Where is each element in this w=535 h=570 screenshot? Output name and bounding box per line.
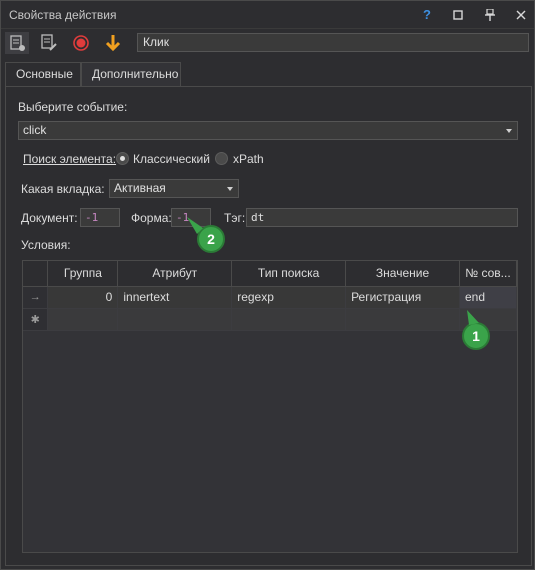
new-cell[interactable]: [345, 308, 460, 331]
callout-pointer-1: [467, 310, 479, 325]
properties-icon[interactable]: [5, 32, 29, 54]
cell-value[interactable]: Регистрация: [345, 286, 460, 309]
conditions-grid[interactable]: Группа Атрибут Тип поиска Значение № сов…: [22, 260, 518, 553]
maximize-icon[interactable]: [448, 5, 468, 25]
title-bar: Свойства действия ?: [1, 1, 534, 29]
cell-match[interactable]: end: [459, 286, 518, 309]
new-cell[interactable]: [47, 308, 119, 331]
close-icon[interactable]: [511, 5, 531, 25]
column-header-search-type[interactable]: Тип поиска: [231, 261, 347, 287]
toolbar: Клик: [1, 30, 534, 57]
new-cell[interactable]: [231, 308, 347, 331]
tab-select-value: Активная: [114, 181, 166, 195]
chevron-down-icon: [506, 129, 512, 133]
chevron-down-icon: [227, 187, 233, 191]
help-icon[interactable]: ?: [417, 5, 437, 25]
row-indicator-icon: →: [23, 286, 49, 309]
table-row[interactable]: → 0 innertext regexp Регистрация end: [23, 286, 518, 309]
event-value: click: [23, 123, 47, 137]
tag-field[interactable]: dt: [246, 208, 518, 227]
event-select[interactable]: click: [18, 121, 518, 140]
download-arrow-icon[interactable]: [101, 32, 125, 54]
search-label: Поиск элемента:: [23, 152, 117, 166]
radio-xpath[interactable]: [215, 152, 228, 165]
column-header-attribute[interactable]: Атрибут: [117, 261, 233, 287]
cell-search-type[interactable]: regexp: [231, 286, 347, 309]
document-label: Документ:: [21, 211, 78, 225]
cell-attribute[interactable]: innertext: [117, 286, 233, 309]
pin-icon[interactable]: [480, 5, 500, 25]
tag-label: Тэг:: [224, 211, 246, 225]
row-header-corner: [23, 261, 49, 287]
conditions-label: Условия:: [21, 238, 71, 252]
new-row[interactable]: ✱: [23, 308, 518, 331]
cell-group[interactable]: 0: [47, 286, 119, 309]
column-header-value[interactable]: Значение: [345, 261, 460, 287]
action-name-input[interactable]: Клик: [137, 33, 529, 52]
record-icon[interactable]: [69, 32, 93, 54]
form-label: Форма:: [131, 211, 172, 225]
tab-select[interactable]: Активная: [109, 179, 239, 198]
column-header-group[interactable]: Группа: [47, 261, 119, 287]
document-field[interactable]: -1: [80, 208, 120, 227]
column-header-match[interactable]: № сов...: [459, 261, 518, 287]
tab-select-label: Какая вкладка:: [21, 182, 105, 196]
properties-window: Свойства действия ? Клик Основные Дополн…: [0, 0, 535, 570]
radio-classic[interactable]: [116, 152, 129, 165]
tab-main[interactable]: Основные: [5, 62, 81, 86]
callout-pointer-2: [187, 217, 203, 234]
new-row-icon: ✱: [23, 308, 49, 331]
edit-icon[interactable]: [37, 32, 61, 54]
radio-classic-label[interactable]: Классический: [133, 152, 210, 166]
new-cell[interactable]: [117, 308, 233, 331]
window-title: Свойства действия: [9, 8, 117, 22]
tab-additional[interactable]: Дополнительно: [81, 62, 181, 86]
event-label: Выберите событие:: [18, 100, 128, 114]
radio-xpath-label[interactable]: xPath: [233, 152, 264, 166]
